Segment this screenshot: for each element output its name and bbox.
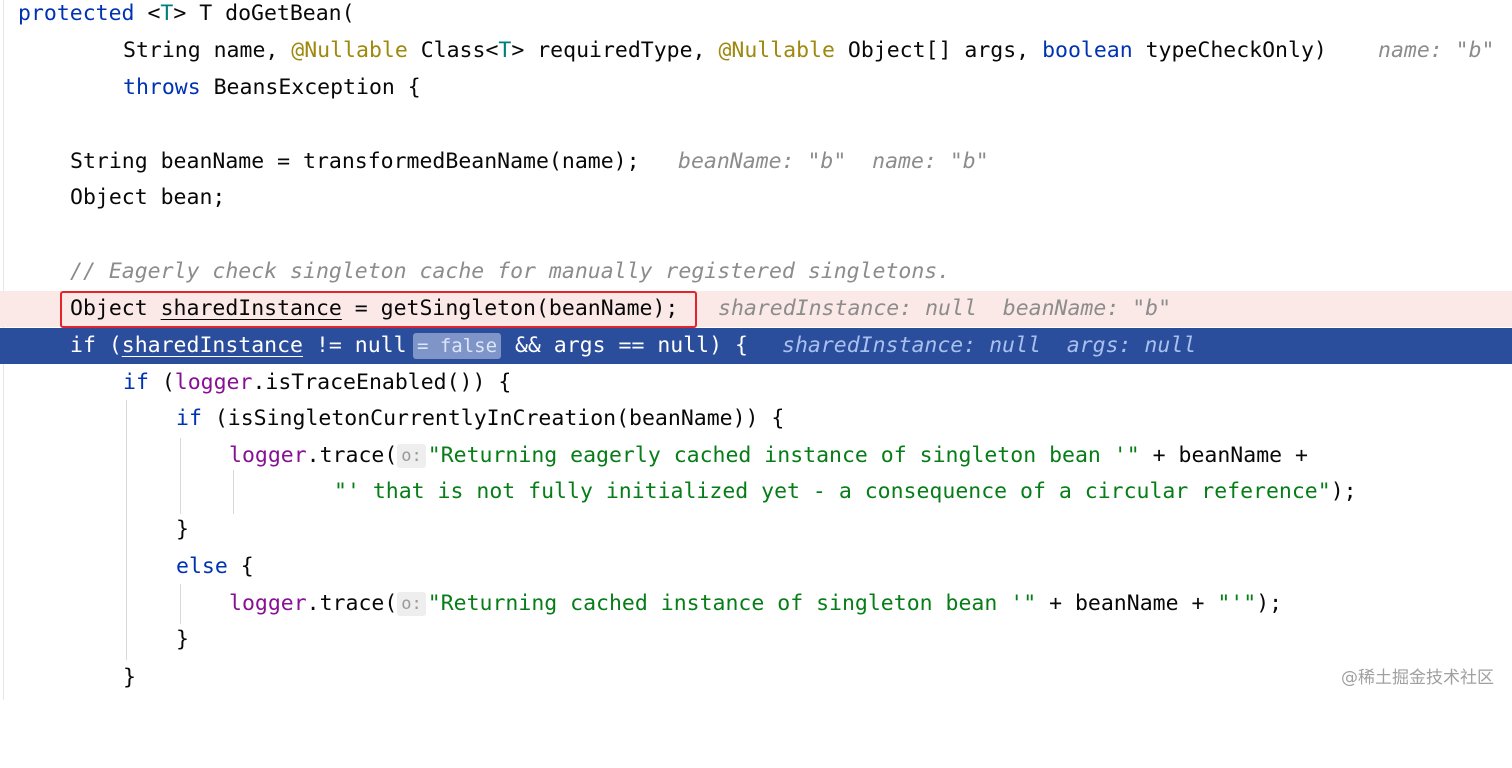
string-literal: "Returning cached instance of singleton …	[427, 591, 1037, 616]
keyword: else	[176, 554, 228, 579]
code-line-16[interactable]: else {	[0, 549, 1512, 585]
code-text: Object[] args,	[834, 38, 1043, 63]
keyword: protected	[18, 1, 135, 26]
code-editor[interactable]: protected <T> T doGetBean( String name, …	[0, 0, 1512, 700]
code-text: > requiredType,	[511, 38, 719, 63]
code-line-1[interactable]: protected <T> T doGetBean(	[0, 0, 1512, 32]
code-comment: // Eagerly check singleton cache for man…	[70, 259, 951, 284]
code-text: );	[1256, 591, 1283, 616]
highlight-box	[60, 291, 697, 328]
code-text: }	[176, 627, 189, 652]
code-line-18[interactable]: }	[0, 622, 1512, 658]
code-text: }	[123, 665, 136, 690]
string-literal: "' that is not fully initialized yet - a…	[334, 479, 1331, 504]
code-text: (	[148, 370, 175, 395]
annotation: @Nullable	[291, 38, 408, 63]
keyword: boolean	[1042, 38, 1133, 63]
code-text: }	[176, 517, 189, 542]
code-text: + beanName +	[1139, 443, 1308, 468]
code-text: String beanName = transformedBeanName(na…	[70, 149, 640, 174]
code-text: > T doGetBean(	[173, 1, 355, 26]
evaluation-badge: = false	[413, 333, 501, 359]
keyword: if	[176, 406, 202, 431]
field: logger	[229, 591, 307, 616]
type-param: T	[160, 1, 174, 26]
code-line-17[interactable]: logger.trace(o: "Returning cached instanc…	[0, 586, 1512, 622]
code-text: typeCheckOnly)	[1132, 38, 1327, 63]
code-line-2[interactable]: String name, @Nullable Class<T> required…	[0, 33, 1512, 69]
code-text: && args == null) {	[502, 333, 748, 358]
field: logger	[174, 370, 253, 395]
variable: sharedInstance	[121, 333, 303, 358]
code-line-13[interactable]: logger.trace(o: "Returning eagerly cached…	[0, 438, 1512, 474]
code-text: .trace(	[306, 591, 398, 616]
code-line-8[interactable]: // Eagerly check singleton cache for man…	[0, 254, 1512, 290]
code-text: BeansException {	[200, 75, 421, 100]
watermark: @稀土掘金技术社区	[1341, 668, 1494, 688]
field: logger	[229, 443, 307, 468]
keyword: if	[123, 370, 149, 395]
keyword: if	[70, 333, 96, 358]
debug-inline-value: sharedInstance: null beanName: "b"	[718, 296, 1172, 321]
parameter-hint: o:	[397, 444, 426, 468]
annotation: @Nullable	[718, 38, 835, 63]
code-line-15[interactable]: }	[0, 512, 1512, 548]
code-text: .isTraceEnabled()) {	[252, 370, 512, 395]
string-literal: "Returning eagerly cached instance of si…	[427, 443, 1140, 468]
debug-inline-value: beanName: "b" name: "b"	[678, 149, 989, 174]
code-text: String name,	[123, 38, 292, 63]
code-line-6[interactable]: Object bean;	[0, 180, 1512, 216]
parameter-hint: o:	[397, 592, 426, 616]
code-text: );	[1330, 479, 1357, 504]
code-text: != null	[303, 333, 407, 358]
code-text: {	[227, 554, 254, 579]
code-text: (	[95, 333, 122, 358]
debug-inline-value: sharedInstance: null args: null	[782, 333, 1197, 358]
code-text: .trace(	[306, 443, 398, 468]
code-line-19[interactable]: }	[0, 660, 1512, 696]
code-text: Class<	[407, 38, 499, 63]
code-line-12[interactable]: if (isSingletonCurrentlyInCreation(beanN…	[0, 401, 1512, 437]
debug-inline-value: name: "b"	[1378, 38, 1495, 63]
code-line-11[interactable]: if (logger.isTraceEnabled()) {	[0, 365, 1512, 401]
code-text: (isSingletonCurrentlyInCreation(beanName…	[201, 406, 785, 431]
string-literal: "'"	[1217, 591, 1257, 616]
code-text: + beanName +	[1036, 591, 1218, 616]
code-line-10-execution-point[interactable]: if (sharedInstance != null = false && ar…	[0, 328, 1512, 364]
type-param: T	[498, 38, 512, 63]
code-text: Object bean;	[70, 185, 226, 210]
code-text: <	[134, 1, 161, 26]
code-line-3[interactable]: throws BeansException {	[0, 70, 1512, 106]
keyword: throws	[123, 75, 201, 100]
code-line-14[interactable]: "' that is not fully initialized yet - a…	[0, 474, 1512, 510]
code-line-5[interactable]: String beanName = transformedBeanName(na…	[0, 144, 1512, 180]
